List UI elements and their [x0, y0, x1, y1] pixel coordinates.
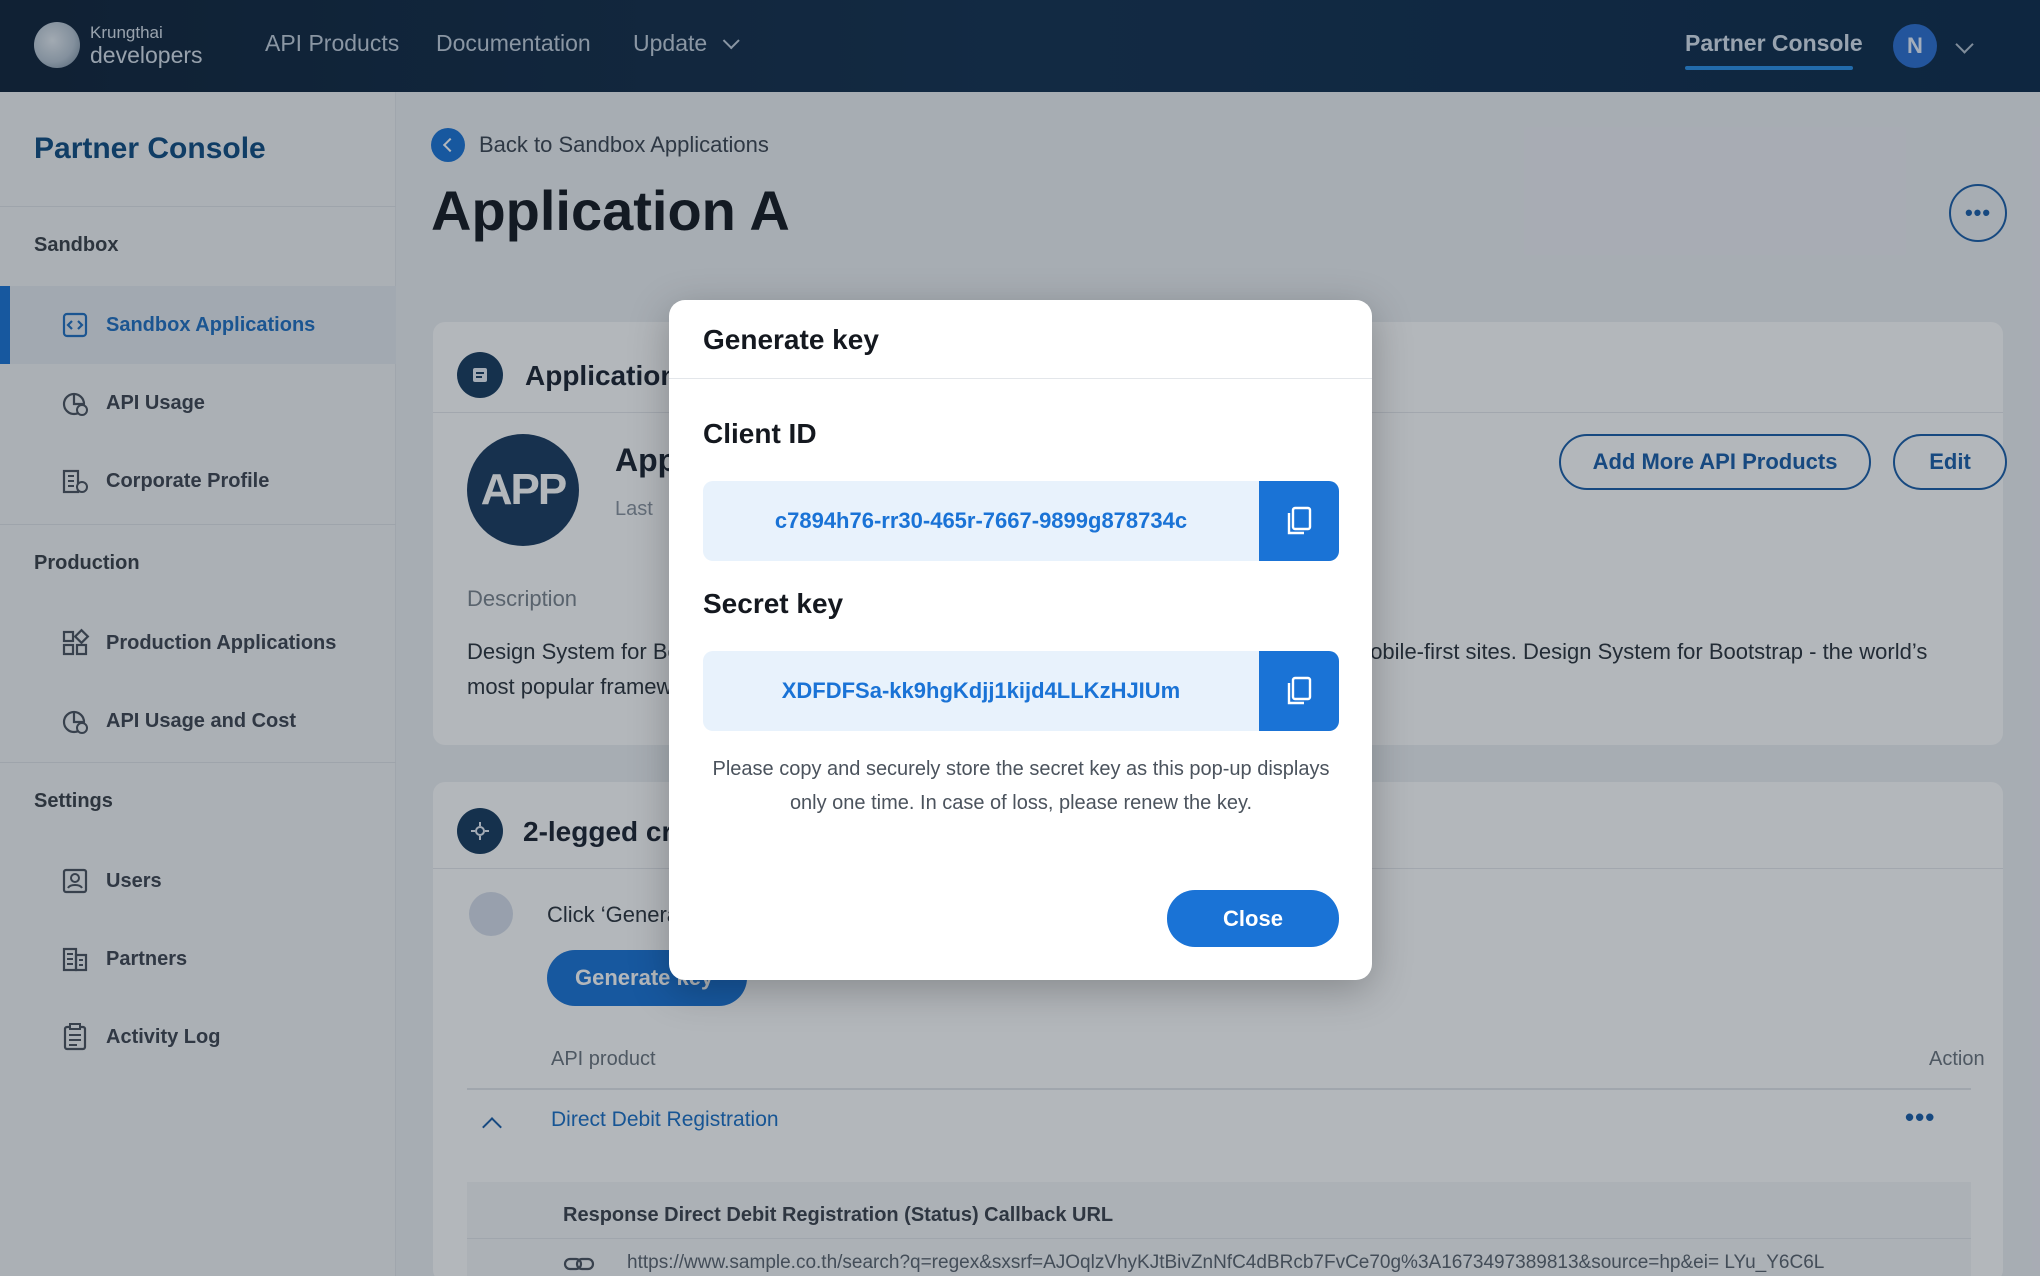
- close-button[interactable]: Close: [1167, 890, 1339, 947]
- secret-key-label: Secret key: [703, 588, 844, 619]
- copy-client-id-button[interactable]: [1259, 481, 1339, 561]
- client-id-field: c7894h76-rr30-465r-7667-9899g878734c: [703, 481, 1339, 561]
- secret-key-warning-text: Please copy and securely store the secre…: [712, 758, 1330, 814]
- modal-divider: [669, 378, 1372, 379]
- copy-icon: [1287, 676, 1312, 705]
- copy-secret-key-button[interactable]: [1259, 651, 1339, 731]
- secret-key-field: XDFDFSa-kk9hgKdjj1kijd4LLKzHJIUm: [703, 651, 1339, 731]
- copy-icon: [1287, 506, 1312, 535]
- client-id-value[interactable]: c7894h76-rr30-465r-7667-9899g878734c: [703, 481, 1259, 561]
- secret-key-value[interactable]: XDFDFSa-kk9hgKdjj1kijd4LLKzHJIUm: [703, 651, 1259, 731]
- client-id-label: Client ID: [703, 418, 817, 449]
- modal-title: Generate key: [703, 324, 879, 355]
- generate-key-modal: Generate key Client ID c7894h76-rr30-465…: [669, 300, 1372, 980]
